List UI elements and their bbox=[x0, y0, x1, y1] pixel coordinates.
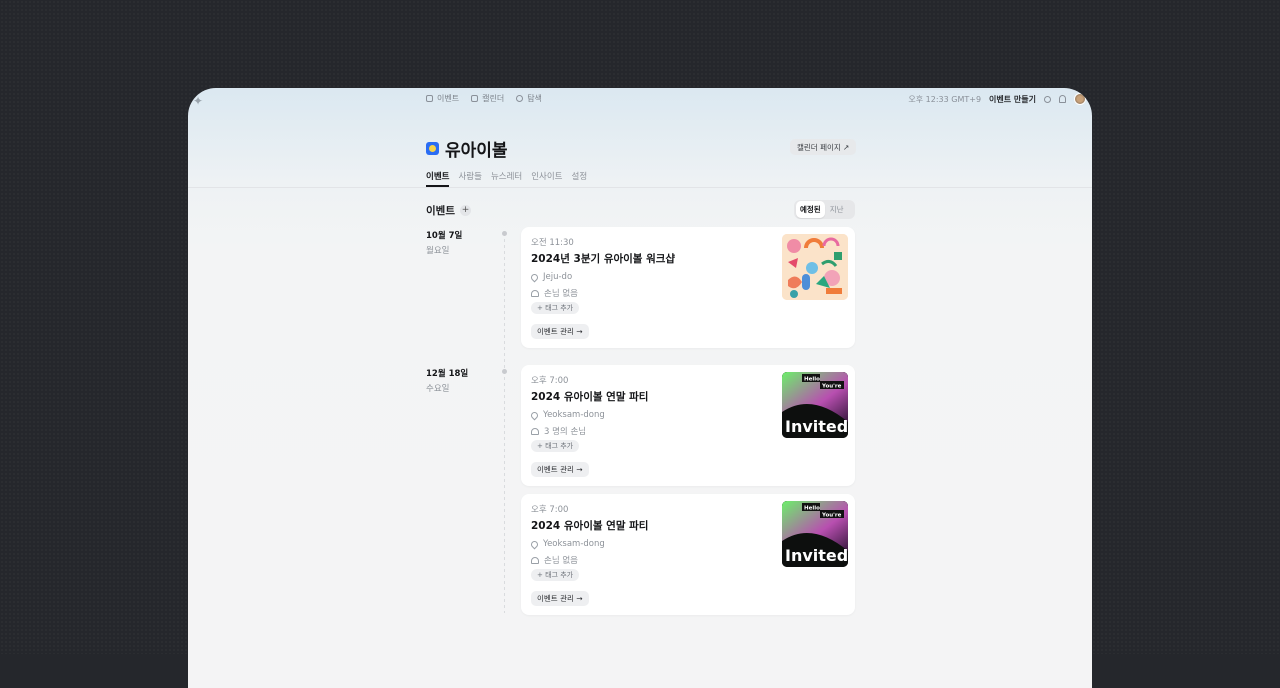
location-pin-icon bbox=[529, 272, 540, 282]
section-title: 이벤트 bbox=[426, 205, 455, 217]
top-nav: 이벤트 캘린더 탐색 bbox=[426, 93, 542, 104]
calendar-title: 유아이볼 bbox=[445, 141, 508, 161]
nav-label: 탐색 bbox=[527, 94, 542, 103]
guests-text: 3 명의 손님 bbox=[544, 427, 587, 437]
toggle-upcoming[interactable]: 예정된 bbox=[796, 201, 825, 218]
add-tag-button[interactable]: + 태그 추가 bbox=[531, 302, 580, 314]
timeline-line bbox=[504, 233, 505, 613]
youre-text: You're bbox=[821, 384, 842, 390]
event-time: 오후 7:00 bbox=[531, 505, 569, 515]
bell-icon[interactable] bbox=[1059, 95, 1066, 103]
date-group: 12월 18일 수요일 bbox=[426, 367, 468, 394]
manage-event-button[interactable]: 이벤트 관리 → bbox=[531, 591, 589, 606]
event-location: Yeoksam-dong bbox=[529, 410, 605, 420]
nav-label: 이벤트 bbox=[437, 94, 460, 103]
guests-text: 손님 없음 bbox=[544, 289, 578, 299]
location-pin-icon bbox=[529, 539, 540, 549]
calendar-tabs: 이벤트 사람들 뉴스레터 인사이트 설정 bbox=[426, 170, 587, 187]
search-icon[interactable] bbox=[1044, 95, 1051, 103]
upcoming-past-toggle: 예정된 지난 bbox=[794, 200, 855, 219]
event-card[interactable]: 오후 7:00 2024 유아이볼 연말 파티 Yeoksam-dong 손님 … bbox=[521, 494, 855, 615]
location-text: Jeju-do bbox=[543, 272, 573, 282]
compass-icon bbox=[516, 95, 524, 102]
avatar[interactable] bbox=[1074, 93, 1086, 105]
date-label: 12월 18일 bbox=[426, 369, 469, 379]
top-right: 오후 12:33 GMT+9 이벤트 만들기 bbox=[908, 93, 1086, 105]
sparkle-icon[interactable]: ✦ bbox=[193, 94, 203, 108]
event-time: 오후 7:00 bbox=[531, 376, 569, 386]
event-card[interactable]: 오후 7:00 2024 유아이볼 연말 파티 Yeoksam-dong 3 명… bbox=[521, 365, 855, 486]
location-text: Yeoksam-dong bbox=[543, 410, 605, 420]
event-title[interactable]: 2024 유아이볼 연말 파티 bbox=[531, 389, 648, 404]
add-tag-button[interactable]: + 태그 추가 bbox=[531, 440, 580, 452]
invited-text: Invited bbox=[785, 417, 848, 436]
manage-event-button[interactable]: 이벤트 관리 → bbox=[531, 324, 589, 339]
event-thumbnail: Hello You're Invited bbox=[782, 501, 848, 567]
tab-newsletter[interactable]: 뉴스레터 bbox=[491, 170, 522, 187]
toggle-past[interactable]: 지난 bbox=[825, 201, 849, 218]
app-window: ✦ 이벤트 캘린더 탐색 오후 12:33 GMT+9 이벤트 만들기 유아이볼… bbox=[188, 88, 1092, 688]
timeline-dot bbox=[502, 231, 507, 236]
event-title[interactable]: 2024년 3분기 유아이볼 워크샵 bbox=[531, 251, 675, 266]
divider bbox=[188, 187, 1092, 188]
calendar-logo-icon bbox=[426, 142, 439, 155]
location-text: Yeoksam-dong bbox=[543, 539, 605, 549]
nav-item-calendars[interactable]: 캘린더 bbox=[471, 93, 504, 104]
nav-item-events[interactable]: 이벤트 bbox=[426, 93, 459, 104]
event-guests: 손님 없음 bbox=[531, 287, 578, 299]
create-event-button[interactable]: 이벤트 만들기 bbox=[989, 94, 1036, 105]
people-icon bbox=[531, 289, 539, 297]
weekday-label: 월요일 bbox=[426, 246, 450, 256]
add-tag-button[interactable]: + 태그 추가 bbox=[531, 569, 580, 581]
hello-text: Hello bbox=[804, 506, 820, 512]
guests-text: 손님 없음 bbox=[544, 556, 578, 566]
timeline-dot bbox=[502, 369, 507, 374]
tab-insights[interactable]: 인사이트 bbox=[531, 170, 562, 187]
people-icon bbox=[531, 427, 539, 435]
invited-thumbnail: Hello You're Invited bbox=[782, 501, 848, 567]
weekday-label: 수요일 bbox=[426, 384, 450, 394]
events-section-header: 이벤트 + bbox=[426, 203, 471, 218]
event-time: 오전 11:30 bbox=[531, 238, 574, 248]
hello-text: Hello bbox=[804, 377, 820, 383]
calendar-page-button[interactable]: 캘린더 페이지 ↗ bbox=[790, 139, 857, 155]
date-label: 10월 7일 bbox=[426, 231, 463, 241]
add-event-button[interactable]: + bbox=[459, 205, 471, 216]
tab-settings[interactable]: 설정 bbox=[572, 170, 588, 187]
date-group: 10월 7일 월요일 bbox=[426, 229, 462, 256]
nav-item-discover[interactable]: 탐색 bbox=[516, 93, 542, 104]
event-guests: 3 명의 손님 bbox=[531, 425, 586, 437]
tab-people[interactable]: 사람들 bbox=[458, 170, 481, 187]
event-location: Jeju-do bbox=[529, 272, 573, 282]
invited-thumbnail: Hello You're Invited bbox=[782, 372, 848, 438]
calendar-icon bbox=[471, 95, 479, 102]
event-card[interactable]: 오전 11:30 2024년 3분기 유아이볼 워크샵 Jeju-do 손님 없… bbox=[521, 227, 855, 348]
calendar-header: 유아이볼 bbox=[426, 136, 508, 161]
current-time: 오후 12:33 GMT+9 bbox=[908, 94, 982, 104]
manage-event-button[interactable]: 이벤트 관리 → bbox=[531, 462, 589, 477]
event-location: Yeoksam-dong bbox=[529, 539, 605, 549]
tab-events[interactable]: 이벤트 bbox=[426, 170, 450, 187]
people-icon bbox=[531, 556, 539, 564]
event-title[interactable]: 2024 유아이볼 연말 파티 bbox=[531, 518, 648, 533]
invited-text: Invited bbox=[785, 546, 848, 565]
youre-text: You're bbox=[821, 513, 842, 519]
nav-label: 캘린더 bbox=[482, 94, 505, 103]
ticket-icon bbox=[426, 95, 433, 102]
event-thumbnail: Hello You're Invited bbox=[782, 372, 848, 438]
event-thumbnail bbox=[782, 234, 848, 300]
abstract-art-thumbnail bbox=[782, 234, 848, 300]
location-pin-icon bbox=[529, 410, 540, 420]
event-guests: 손님 없음 bbox=[531, 554, 578, 566]
